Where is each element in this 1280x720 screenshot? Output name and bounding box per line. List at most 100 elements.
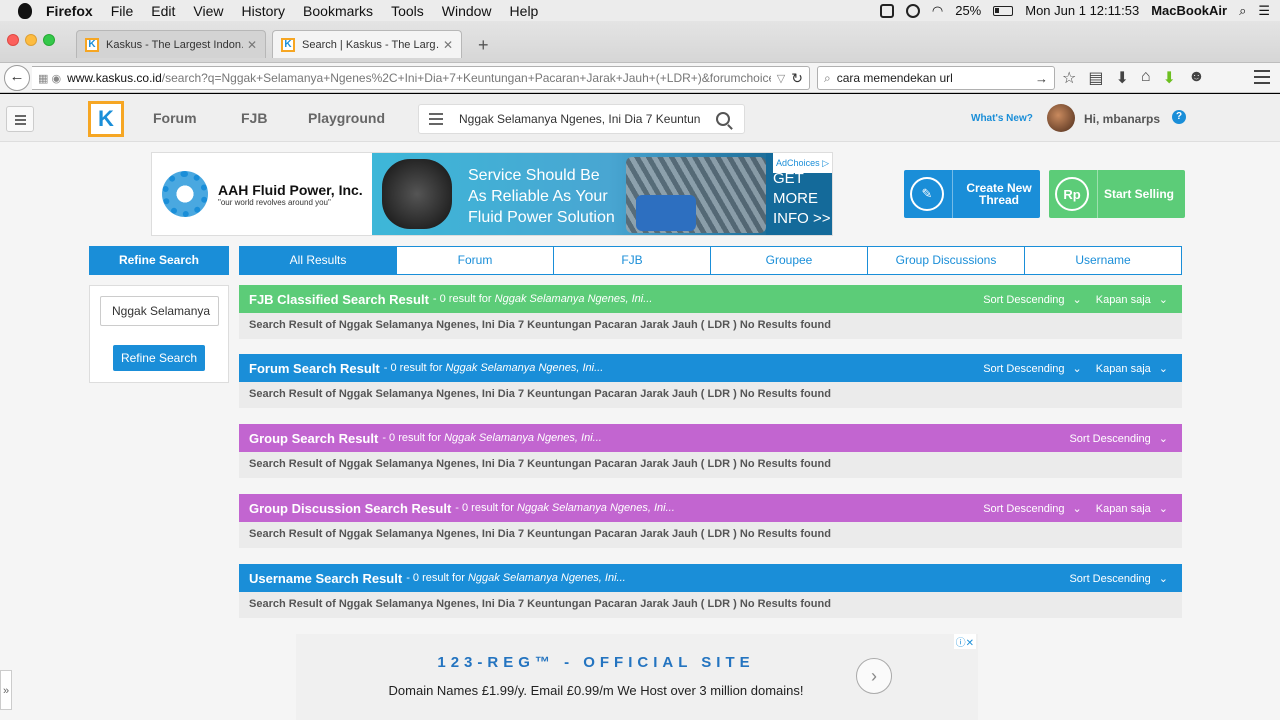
ad-company-block: AAH Fluid Power, Inc. "our world revolve… [152,153,372,235]
top-ad-banner[interactable]: AAH Fluid Power, Inc. "our world revolve… [151,152,833,236]
side-menu-button[interactable] [6,106,34,132]
battery-icon[interactable] [993,5,1014,16]
help-icon[interactable]: ? [1172,110,1186,124]
clock[interactable]: Mon Jun 1 12:11:53 [1025,3,1139,18]
bottom-ad-banner[interactable]: ⓘ✕ 123-REG™ - OFFICIAL SITE Domain Names… [296,634,978,720]
site-identity-icon[interactable]: ▦ ◉ [38,72,61,85]
downloader-addon-icon[interactable]: ⬇ [1163,68,1176,88]
zoom-window-button[interactable] [43,34,55,46]
nav-fjb[interactable]: FJB [241,110,267,126]
browser-menu-icon[interactable] [1254,70,1270,84]
chevron-down-icon: ⌄ [1072,502,1082,515]
shield-icon[interactable] [905,3,920,18]
whats-new-link[interactable]: What's New? [971,113,1033,124]
tab-all-results[interactable]: All Results [240,247,396,274]
browser-tab-kaskus-home[interactable]: K Kaskus - The Largest Indon… ✕ [76,30,266,58]
ad-cta[interactable]: AdChoices ▷ GET MORE INFO >> [766,153,832,235]
nav-playground[interactable]: Playground [308,110,385,126]
result-count-text: - 0 result for [406,572,468,584]
menu-firefox[interactable]: Firefox [46,3,93,19]
sort-label: Sort Descending [983,362,1065,375]
result-header: Forum Search Result - 0 result for Nggak… [239,354,1182,382]
result-title[interactable]: Group Search Result [249,431,378,446]
spotlight-icon[interactable]: ⌕ [1239,3,1246,19]
tab-group-discussions[interactable]: Group Discussions [867,247,1024,274]
start-selling-button[interactable]: Rp Start Selling [1049,170,1185,218]
result-title[interactable]: Username Search Result [249,571,402,586]
kaskus-favicon-icon: K [281,37,295,52]
url-history-dropdown-icon[interactable]: ▽ [777,72,785,85]
menu-file[interactable]: File [111,3,134,19]
result-title[interactable]: FJB Classified Search Result [249,292,429,307]
result-query: Nggak Selamanya Ngenes, Ini... [444,432,602,444]
ad-headline[interactable]: 123-REG™ - OFFICIAL SITE [296,654,896,671]
back-button[interactable]: ← [4,65,30,91]
reload-icon[interactable]: ↻ [791,70,803,87]
browser-search-bar[interactable]: ⌕ cara memendekan url → [817,66,1055,90]
create-new-thread-button[interactable]: ✎ Create New Thread [904,170,1040,218]
notification-center-icon[interactable]: ☰ [1258,3,1270,19]
nav-forum[interactable]: Forum [153,110,197,126]
tab-forum[interactable]: Forum [396,247,553,274]
menu-view[interactable]: View [193,3,223,19]
avatar[interactable] [1047,104,1075,132]
tab-close-icon[interactable]: ✕ [443,38,453,52]
toolbar-icons: ☆ ▤ ⬇ ⌂ ⬇ ☻ [1062,68,1205,88]
result-title[interactable]: Group Discussion Search Result [249,501,451,516]
download-icon[interactable]: ⬇ [1115,68,1128,88]
tab-groupee[interactable]: Groupee [710,247,867,274]
adchoices-badge[interactable]: AdChoices ▷ [773,153,832,173]
apple-menu-icon[interactable] [18,2,32,19]
ad-slogan-line: As Reliable As Your [468,188,608,205]
minimize-window-button[interactable] [25,34,37,46]
ad-close-icon[interactable]: ⓘ✕ [953,634,976,649]
browser-tab-search[interactable]: K Search | Kaskus - The Larg… ✕ [272,30,462,58]
time-label: Kapan saja [1095,362,1151,375]
url-bar[interactable]: ▦ ◉ www.kaskus.co.id/search?q=Nggak+Sela… [32,66,810,90]
kaskus-search-box[interactable]: Nggak Selamanya Ngenes, Ini Dia 7 Keuntu… [418,104,745,134]
refine-search-button[interactable]: Refine Search [113,345,205,371]
ad-text: Domain Names £1.99/y. Email £0.99/m We H… [388,683,804,698]
sort-dropdown[interactable]: Sort Descending ⌄ [983,502,1082,515]
kaskus-logo[interactable]: K [88,101,124,137]
tab-fjb[interactable]: FJB [553,247,710,274]
time-dropdown[interactable]: Kapan saja ⌄ [1096,362,1168,375]
sort-dropdown[interactable]: Sort Descending ⌄ [983,293,1082,306]
chevron-right-icon[interactable]: › [856,658,892,694]
expand-sidebar-icon[interactable]: » [0,670,12,710]
menu-bookmarks[interactable]: Bookmarks [303,3,373,19]
new-tab-button[interactable]: + [478,35,489,56]
menu-edit[interactable]: Edit [151,3,175,19]
search-filter-icon[interactable] [429,113,443,125]
close-window-button[interactable] [7,34,19,46]
sort-dropdown[interactable]: Sort Descending ⌄ [983,362,1082,375]
time-dropdown[interactable]: Kapan saja ⌄ [1096,293,1168,306]
result-count-text: - 0 result for [455,502,518,514]
result-title[interactable]: Forum Search Result [249,361,380,376]
tab-close-icon[interactable]: ✕ [247,38,257,52]
refine-search-input[interactable]: Nggak Selamanya [100,296,219,326]
search-icon[interactable] [716,112,730,126]
kaskus-favicon-icon: K [85,37,99,52]
menu-history[interactable]: History [241,3,285,19]
menu-window[interactable]: Window [442,3,492,19]
menu-tools[interactable]: Tools [391,3,424,19]
bookmark-star-icon[interactable]: ☆ [1062,68,1076,88]
home-icon[interactable]: ⌂ [1141,68,1151,88]
search-go-icon[interactable]: → [1035,71,1048,86]
user-greeting[interactable]: Hi, mbanarps [1084,112,1160,126]
time-dropdown[interactable]: Kapan saja ⌄ [1096,502,1168,515]
menu-help[interactable]: Help [510,3,539,19]
reading-list-icon[interactable]: ▤ [1088,68,1103,88]
ad-company: AAH Fluid Power, Inc. "our world revolve… [218,182,363,207]
result-count-text: - 0 result for [383,362,446,374]
result-sorts: Sort Descending ⌄ [1069,432,1168,445]
chat-icon[interactable]: ☻ [1188,68,1205,88]
sort-dropdown[interactable]: Sort Descending ⌄ [1069,572,1168,585]
wifi-icon[interactable]: ◠ [932,3,943,19]
computer-name[interactable]: MacBookAir [1151,3,1227,18]
sort-dropdown[interactable]: Sort Descending ⌄ [1069,432,1168,445]
tab-username[interactable]: Username [1024,247,1181,274]
adobe-icon[interactable] [879,3,894,18]
kaskus-search-input[interactable]: Nggak Selamanya Ngenes, Ini Dia 7 Keuntu… [459,112,706,126]
